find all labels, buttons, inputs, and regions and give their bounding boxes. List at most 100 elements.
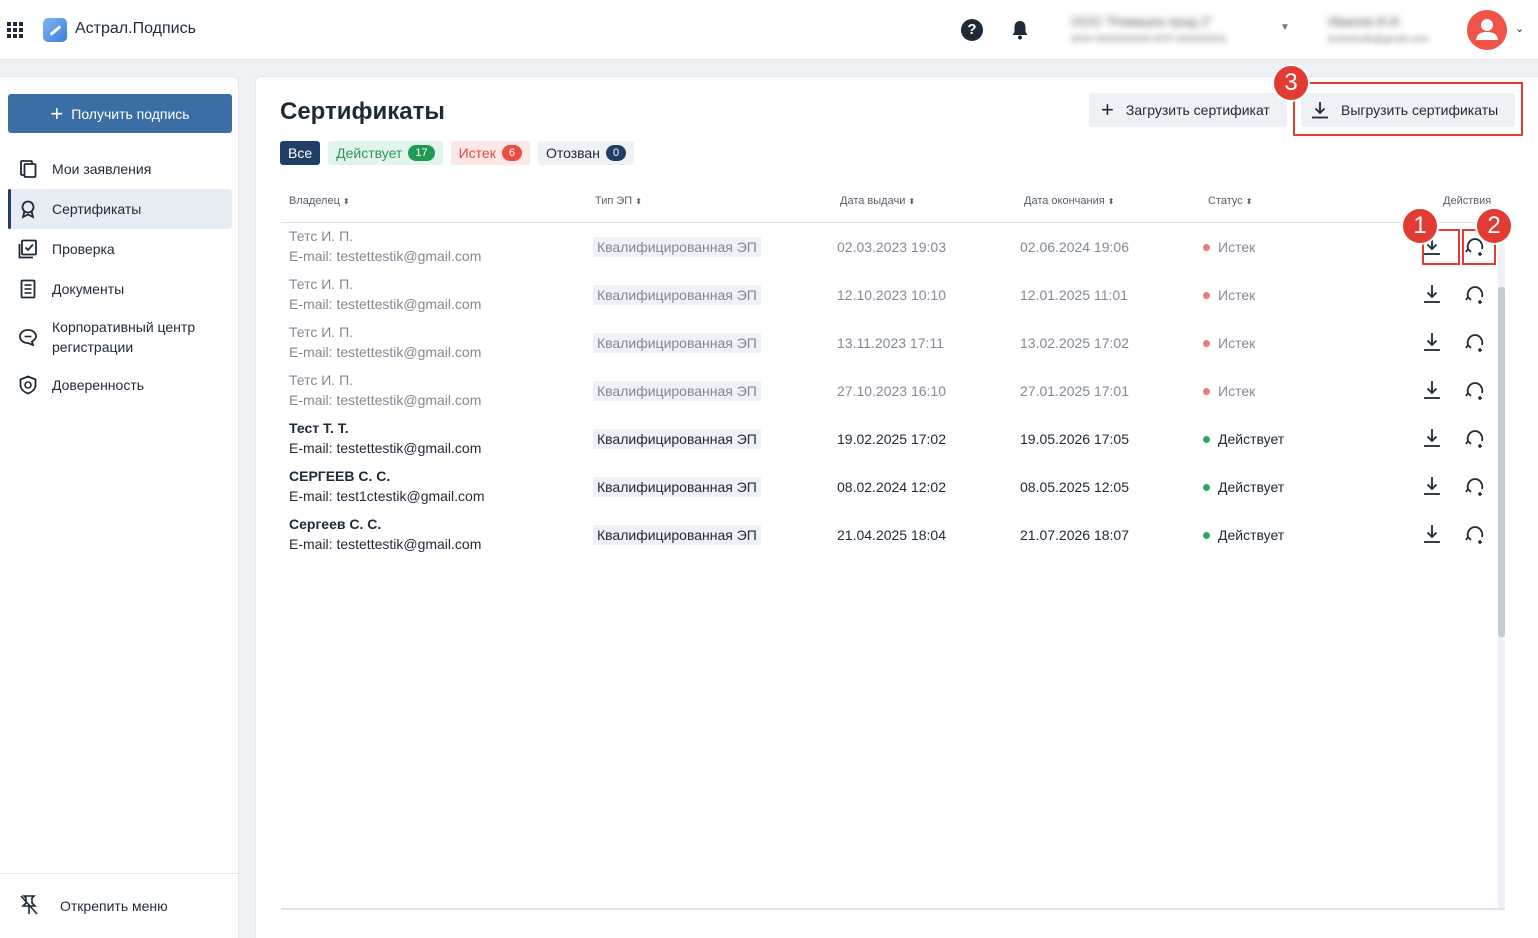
column-header-issued[interactable]: Дата выдачи ⬍ xyxy=(840,195,915,207)
download-icon[interactable] xyxy=(1422,331,1442,353)
owner-cell: Тест Т. Т. E-mail: testettestik@gmail.co… xyxy=(289,418,481,458)
bell-icon[interactable] xyxy=(1011,19,1029,41)
renew-certificate-icon[interactable] xyxy=(1465,332,1485,352)
main-panel: Сертификаты + Загрузить сертификат Выгру… xyxy=(255,64,1538,938)
signature-type-tag: Квалифицированная ЭП xyxy=(593,381,761,401)
upload-certificate-button[interactable]: + Загрузить сертификат xyxy=(1089,93,1287,127)
status-badge: Действует xyxy=(1203,429,1284,449)
sidebar-item-check[interactable]: Проверка xyxy=(8,229,232,269)
page-title: Сертификаты xyxy=(280,98,445,125)
table-row[interactable]: СЕРГЕЕВ С. С. E-mail: test1ctestik@gmail… xyxy=(281,463,1505,511)
status-dot xyxy=(1203,340,1210,347)
top-bar: Астрал.Подпись ? ООО "Ромашка прод 2" ИН… xyxy=(0,0,1538,60)
user-email: testetestik@gmail.com xyxy=(1328,34,1429,45)
download-icon[interactable] xyxy=(1422,283,1442,305)
status-badge: Истек xyxy=(1203,381,1255,401)
renew-certificate-icon[interactable] xyxy=(1465,524,1485,544)
get-signature-label: Получить подпись xyxy=(71,105,190,122)
owner-email: E-mail: testettestik@gmail.com xyxy=(289,296,482,312)
sidebar-item-corporate-center[interactable]: Корпоративный центр регистрации xyxy=(8,317,232,357)
filter-label: Истек xyxy=(458,145,496,161)
column-header-status[interactable]: Статус ⬍ xyxy=(1208,195,1252,207)
filter-label: Действует xyxy=(336,145,403,161)
status-dot xyxy=(1203,388,1210,395)
proxy-icon xyxy=(19,375,37,395)
table-row[interactable]: Тетс И. П. E-mail: testettestik@gmail.co… xyxy=(281,223,1505,271)
sidebar-item-certificates[interactable]: Сертификаты xyxy=(8,189,232,229)
sort-icon: ⬍ xyxy=(908,197,916,206)
filter-all[interactable]: Все xyxy=(280,141,321,165)
org-details: ИНН 0000000000 КПП 000000001 xyxy=(1071,34,1227,45)
owner-cell: Тетс И. П. E-mail: testettestik@gmail.co… xyxy=(289,274,481,314)
issue-date: 21.04.2025 18:04 xyxy=(837,527,946,543)
org-chevron-down-icon[interactable]: ▼ xyxy=(1280,22,1290,33)
column-header-type[interactable]: Тип ЭП ⬍ xyxy=(595,195,642,207)
filter-revoked[interactable]: Отозван 0 xyxy=(537,141,635,165)
user-icon xyxy=(1476,19,1498,40)
sidebar-item-label: Проверка xyxy=(52,241,115,257)
user-name: Иванов И.И. xyxy=(1328,14,1403,29)
renew-certificate-icon[interactable] xyxy=(1465,284,1485,304)
status-filters: Все Действует 17 Истек 6 Отозван 0 xyxy=(280,141,635,165)
status-badge: Действует xyxy=(1203,525,1284,545)
table-row[interactable]: Тетс И. П. E-mail: testettestik@gmail.co… xyxy=(281,367,1505,415)
table-row[interactable]: Сергеев С. С. E-mail: testettestik@gmail… xyxy=(281,511,1505,559)
user-chevron-down-icon[interactable]: ⌄ xyxy=(1515,22,1524,35)
download-icon[interactable] xyxy=(1422,427,1442,449)
renew-certificate-icon[interactable] xyxy=(1465,380,1485,400)
help-icon[interactable]: ? xyxy=(961,19,983,41)
app-name: Астрал.Подпись xyxy=(75,20,196,37)
signature-type-tag: Квалифицированная ЭП xyxy=(593,285,761,305)
download-icon[interactable] xyxy=(1422,475,1442,497)
owner-cell: Тетс И. П. E-mail: testettestik@gmail.co… xyxy=(289,322,481,362)
owner-name: СЕРГЕЕВ С. С. xyxy=(289,468,391,484)
owner-name: Тетс И. П. xyxy=(289,324,354,340)
plus-icon: + xyxy=(1101,97,1114,122)
signature-type-tag: Квалифицированная ЭП xyxy=(593,333,761,353)
renew-certificate-icon[interactable] xyxy=(1465,476,1485,496)
owner-cell: Сергеев С. С. E-mail: testettestik@gmail… xyxy=(289,514,481,554)
column-header-owner[interactable]: Владелец ⬍ xyxy=(289,195,350,207)
filter-active[interactable]: Действует 17 xyxy=(328,141,443,165)
owner-email: E-mail: testettestik@gmail.com xyxy=(289,392,482,408)
sidebar-item-applications[interactable]: Мои заявления xyxy=(8,149,232,189)
expiry-date: 21.07.2026 18:07 xyxy=(1020,527,1129,543)
signature-type-tag: Квалифицированная ЭП xyxy=(593,477,761,497)
get-signature-button[interactable]: + Получить подпись xyxy=(8,94,232,133)
annotation-badge-2: 2 xyxy=(1475,207,1513,245)
filter-count-badge: 0 xyxy=(605,145,627,161)
filter-expired[interactable]: Истек 6 xyxy=(450,141,530,165)
column-header-expires[interactable]: Дата окончания ⬍ xyxy=(1024,195,1114,207)
filter-count-badge: 17 xyxy=(408,145,435,161)
filter-count-badge: 6 xyxy=(501,145,522,161)
status-dot xyxy=(1203,436,1210,443)
annotation-badge-1: 1 xyxy=(1401,207,1439,245)
download-icon[interactable] xyxy=(1422,523,1442,545)
table-row[interactable]: Тетс И. П. E-mail: testettestik@gmail.co… xyxy=(281,319,1505,367)
status-dot xyxy=(1203,292,1210,299)
status-dot xyxy=(1203,532,1210,539)
sort-icon: ⬍ xyxy=(635,197,642,206)
signature-type-tag: Квалифицированная ЭП xyxy=(593,429,761,449)
table-row[interactable]: Тест Т. Т. E-mail: testettestik@gmail.co… xyxy=(281,415,1505,463)
annotation-badge-3: 3 xyxy=(1272,64,1310,102)
owner-cell: Тетс И. П. E-mail: testettestik@gmail.co… xyxy=(289,226,481,266)
renew-certificate-icon[interactable] xyxy=(1465,428,1485,448)
table-row[interactable]: Тетс И. П. E-mail: testettestik@gmail.co… xyxy=(281,271,1505,319)
sidebar-item-proxy[interactable]: Доверенность xyxy=(8,365,232,405)
owner-name: Тест Т. Т. xyxy=(289,420,349,436)
org-name[interactable]: ООО "Ромашка прод 2" xyxy=(1071,14,1213,29)
owner-email: E-mail: testettestik@gmail.com xyxy=(289,536,482,552)
sort-icon: ⬍ xyxy=(1245,197,1253,206)
certificate-icon xyxy=(21,200,35,219)
issue-date: 27.10.2023 16:10 xyxy=(837,383,946,399)
sort-icon: ⬍ xyxy=(342,197,350,206)
filter-label: Отозван xyxy=(545,145,600,161)
apps-grid-icon[interactable] xyxy=(7,22,23,38)
download-icon[interactable] xyxy=(1422,379,1442,401)
unpin-menu-label[interactable]: Открепить меню xyxy=(60,898,168,914)
avatar[interactable] xyxy=(1467,10,1507,50)
sidebar-item-documents[interactable]: Документы xyxy=(8,269,232,309)
unpin-icon[interactable] xyxy=(19,894,39,916)
plus-icon: + xyxy=(50,100,64,126)
